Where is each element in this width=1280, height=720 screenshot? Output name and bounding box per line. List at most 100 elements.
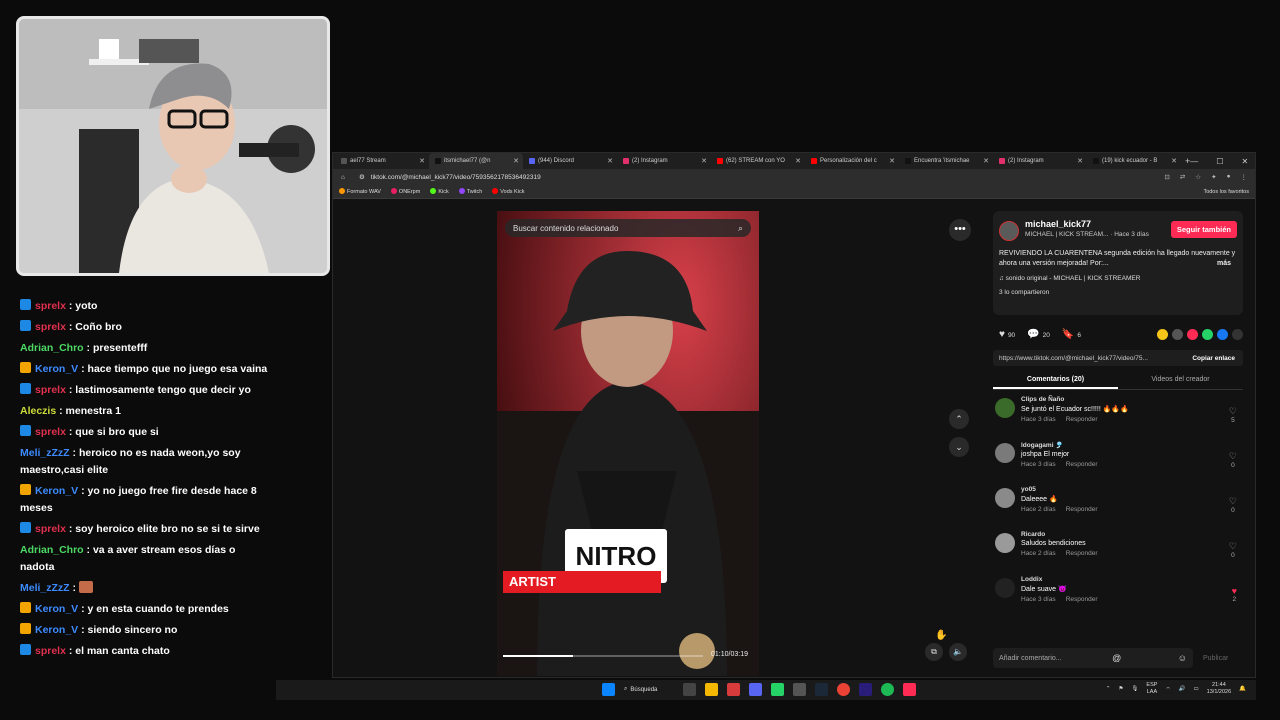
premiere-icon[interactable]	[859, 683, 872, 696]
more-options-button[interactable]: •••	[949, 219, 971, 241]
language-indicator[interactable]: ESP LAA	[1146, 682, 1157, 696]
save-button[interactable]: 🔖 6	[1062, 329, 1081, 340]
reply-button[interactable]: Responder	[1066, 506, 1098, 513]
chat-username[interactable]: Keron_V	[35, 485, 78, 497]
volume-icon[interactable]: 🔊	[1179, 686, 1186, 692]
chat-username[interactable]: Keron_V	[35, 624, 78, 636]
chat-username[interactable]: Keron_V	[35, 363, 78, 375]
browser-tab[interactable]: (944) Discord ✕	[523, 153, 617, 169]
tab-close-icon[interactable]: ✕	[1077, 157, 1083, 165]
taskbar-search[interactable]: ⌕ Búsqueda	[624, 686, 674, 693]
facebook-icon[interactable]	[1217, 329, 1228, 340]
comment-username[interactable]: Loddix	[1021, 576, 1243, 583]
wifi-icon[interactable]: ⌔	[1165, 686, 1170, 693]
bookmark-item[interactable]: Formato WAV	[339, 188, 381, 195]
chrome-icon[interactable]	[837, 683, 850, 696]
tab-close-icon[interactable]: ✕	[983, 157, 989, 165]
chevron-up-icon[interactable]: ⌃	[1106, 686, 1111, 692]
address-bar[interactable]: ⚙ tiktok.com/@michael_kick77/video/75935…	[352, 171, 1053, 183]
comment-avatar[interactable]	[995, 533, 1015, 553]
browser-tab[interactable]: (62) STREAM con YO ✕	[711, 153, 805, 169]
comment-button[interactable]: 💬 20	[1027, 329, 1050, 340]
home-icon[interactable]: ⌂	[341, 174, 345, 181]
reply-button[interactable]: Responder	[1066, 416, 1098, 423]
bookmark-item[interactable]: Twitch	[458, 188, 482, 195]
pip-icon[interactable]: ⧉	[925, 643, 943, 661]
mention-icon[interactable]: @	[1112, 653, 1121, 663]
file-explorer-icon[interactable]	[705, 683, 718, 696]
follow-button[interactable]: Seguir también	[1170, 221, 1237, 238]
tab-creator-videos[interactable]: Videos del creador	[1118, 372, 1243, 389]
chat-username[interactable]: sprelx	[35, 300, 66, 312]
reply-button[interactable]: Responder	[1066, 461, 1098, 468]
embed-icon[interactable]	[1172, 329, 1183, 340]
chat-username[interactable]: Adrian_Chro	[20, 544, 84, 556]
comment-username[interactable]: ldogagami 🎐	[1021, 441, 1243, 449]
chat-username[interactable]: Meli_zZzZ	[20, 582, 70, 594]
comment-like-button[interactable]: ♡ 0	[1229, 451, 1237, 469]
bookmark-item[interactable]: Vods Kick	[492, 188, 524, 195]
chat-username[interactable]: Adrian_Chro	[20, 342, 84, 354]
tab-close-icon[interactable]: ✕	[513, 157, 519, 165]
reply-button[interactable]: Responder	[1066, 596, 1098, 603]
more-link[interactable]: más	[1217, 259, 1231, 269]
comment-like-button[interactable]: ♥ 2	[1232, 586, 1237, 603]
reply-button[interactable]: Responder	[1066, 550, 1098, 557]
app-icon[interactable]	[793, 683, 806, 696]
browser-tab[interactable]: ael77 Stream ✕	[335, 153, 429, 169]
browser-tab[interactable]: itsmichael77 (@n ✕	[429, 153, 523, 169]
copy-link-button[interactable]: Copiar enlace	[1192, 355, 1235, 362]
network-icon[interactable]: ⚑	[1119, 686, 1124, 692]
browser-tab[interactable]: (2) Instagram ✕	[993, 153, 1087, 169]
comment-input[interactable]: Añadir comentario... @ ☺	[993, 648, 1193, 668]
chat-username[interactable]: Aleczis	[20, 405, 56, 417]
comment-avatar[interactable]	[995, 488, 1015, 508]
next-video-button[interactable]: ⌄	[949, 437, 969, 457]
minimize-icon[interactable]: —	[1190, 157, 1198, 166]
video-progress-bar[interactable]	[503, 655, 703, 657]
search-icon[interactable]: ⌕	[738, 223, 743, 234]
comment-avatar[interactable]	[995, 443, 1015, 463]
chat-username[interactable]: sprelx	[35, 645, 66, 657]
comment-avatar[interactable]	[995, 398, 1015, 418]
coin-icon[interactable]	[1157, 329, 1168, 340]
whatsapp-icon[interactable]	[1202, 329, 1213, 340]
tab-close-icon[interactable]: ✕	[701, 157, 707, 165]
notification-icon[interactable]: 🔔	[1239, 686, 1246, 692]
chat-username[interactable]: sprelx	[35, 523, 66, 535]
previous-video-button[interactable]: ⌃	[949, 409, 969, 429]
tab-comments[interactable]: Comentarios (20)	[993, 372, 1118, 389]
star-icon[interactable]: ☆	[1195, 173, 1201, 181]
site-info-icon[interactable]: ⚙	[359, 173, 365, 181]
comment-username[interactable]: yo05	[1021, 486, 1243, 493]
video-player[interactable]: NITRO ARTIST	[497, 211, 759, 676]
related-search-input[interactable]: Buscar contenido relacionado ⌕	[505, 219, 751, 237]
chat-username[interactable]: Meli_zZzZ	[20, 447, 70, 459]
profile-icon[interactable]: ●	[1227, 173, 1231, 181]
calendar-icon[interactable]	[727, 683, 740, 696]
extensions-icon[interactable]: ✦	[1211, 173, 1216, 181]
tab-close-icon[interactable]: ✕	[889, 157, 895, 165]
comment-username[interactable]: Ricardo	[1021, 531, 1243, 538]
mic-icon[interactable]: 🎙	[1131, 686, 1138, 692]
creator-name[interactable]: michael_kick77	[1025, 219, 1091, 229]
chat-username[interactable]: Keron_V	[35, 603, 78, 615]
browser-tab[interactable]: (19) kick ecuador - B ✕	[1087, 153, 1181, 169]
tab-close-icon[interactable]: ✕	[1171, 157, 1177, 165]
battery-icon[interactable]: ▭	[1193, 686, 1198, 692]
bookmark-item[interactable]: Kick	[430, 188, 449, 195]
whatsapp-icon[interactable]	[771, 683, 784, 696]
emoji-icon[interactable]: ☺	[1178, 653, 1187, 663]
comment-avatar[interactable]	[995, 578, 1015, 598]
tab-close-icon[interactable]: ✕	[795, 157, 801, 165]
publish-button[interactable]: Publicar	[1203, 655, 1228, 662]
chat-username[interactable]: sprelx	[35, 426, 66, 438]
sound-link[interactable]: ♫ sonido original - MICHAEL | KICK STREA…	[999, 275, 1140, 282]
browser-tab[interactable]: (2) Instagram ✕	[617, 153, 711, 169]
all-bookmarks[interactable]: Todos los favoritos	[1203, 189, 1249, 195]
steam-icon[interactable]	[815, 683, 828, 696]
translate-icon[interactable]: ⇄	[1180, 173, 1185, 181]
browser-tab[interactable]: Personalización del c ✕	[805, 153, 899, 169]
spotify-icon[interactable]	[881, 683, 894, 696]
comment-like-button[interactable]: ♡ 0	[1229, 541, 1237, 559]
